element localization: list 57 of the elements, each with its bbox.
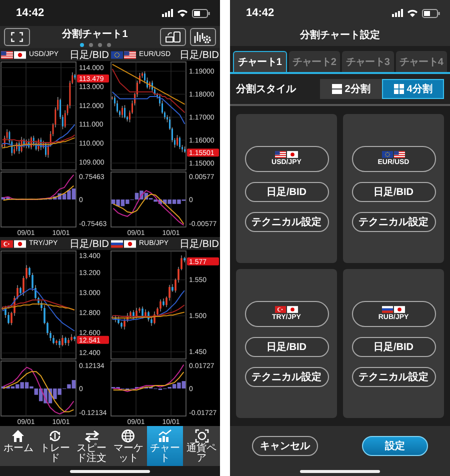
globe-icon <box>121 429 136 443</box>
timeframe-button[interactable]: 日足/BID <box>352 182 436 202</box>
tab-bar-item[interactable]: トレード <box>36 426 74 466</box>
tab-bar-item[interactable]: マーケット <box>110 426 147 466</box>
tab-bar-item[interactable]: スピード注文 <box>73 426 110 466</box>
screen-title: 分割チャート設定 <box>298 28 381 43</box>
chart-gear-icon <box>194 30 212 44</box>
technical-settings-button[interactable]: テクニカル設定 <box>244 366 328 386</box>
chart-settings-button[interactable] <box>190 28 216 46</box>
currency-icon <box>194 429 209 443</box>
device-rotate-icon <box>165 31 181 43</box>
fullscreen-button[interactable] <box>4 28 30 46</box>
split-option[interactable]: 4分割 <box>382 79 444 99</box>
signal-icon <box>392 9 403 17</box>
home-indicator[interactable] <box>300 470 380 472</box>
timeframe-button[interactable]: 日足/BID <box>352 336 436 356</box>
technical-settings-button[interactable]: テクニカル設定 <box>352 212 436 232</box>
wifi-icon <box>407 9 418 17</box>
grid-icon <box>394 84 404 94</box>
status-time: 14:42 <box>16 7 44 19</box>
tab-bar-item[interactable]: チャート <box>146 426 184 466</box>
page-dot[interactable] <box>88 43 92 47</box>
tab-bar-item[interactable]: ホーム <box>0 426 37 466</box>
chart-tab[interactable]: チャート4 <box>396 51 447 72</box>
signal-icon <box>162 9 173 17</box>
fullscreen-icon <box>11 32 23 42</box>
cancel-button[interactable]: キャンセル <box>252 436 318 456</box>
battery-icon <box>192 8 210 18</box>
home-icon <box>11 429 26 443</box>
tab-bar-item[interactable]: 通貨ペア <box>183 426 220 466</box>
split-option[interactable]: 2分割 <box>320 79 382 99</box>
chart-tab[interactable]: チャート2 <box>288 51 340 72</box>
chart-tab[interactable]: チャート1 <box>233 51 286 72</box>
swap-arrows-icon <box>84 429 99 443</box>
exchange-icon <box>48 429 62 443</box>
timeframe-button[interactable]: 日足/BID <box>244 336 328 356</box>
timeframe-label: 日足/BID <box>180 238 219 250</box>
bar-chart-icon <box>158 429 172 443</box>
confirm-button[interactable]: 設定 <box>362 436 428 456</box>
rotate-screen-button[interactable] <box>160 28 186 46</box>
battery-icon <box>422 8 440 18</box>
page-dot[interactable] <box>98 43 102 47</box>
home-indicator[interactable] <box>70 470 150 472</box>
page-dot[interactable] <box>80 43 84 47</box>
technical-settings-button[interactable]: テクニカル設定 <box>352 366 436 386</box>
split-rows-icon <box>332 84 342 94</box>
technical-settings-button[interactable]: テクニカル設定 <box>244 212 328 232</box>
wifi-icon <box>177 9 188 17</box>
page-dot[interactable] <box>106 43 110 47</box>
screen-title: 分割チャート1 <box>62 28 128 41</box>
status-time: 14:42 <box>246 7 274 19</box>
split-style-label: 分割スタイル <box>236 82 298 96</box>
timeframe-label: 日足/BID <box>70 48 109 62</box>
timeframe-label: 日足/BID <box>180 48 219 62</box>
timeframe-label: 日足/BID <box>70 238 109 250</box>
timeframe-button[interactable]: 日足/BID <box>244 182 328 202</box>
chart-tab[interactable]: チャート3 <box>342 51 394 72</box>
